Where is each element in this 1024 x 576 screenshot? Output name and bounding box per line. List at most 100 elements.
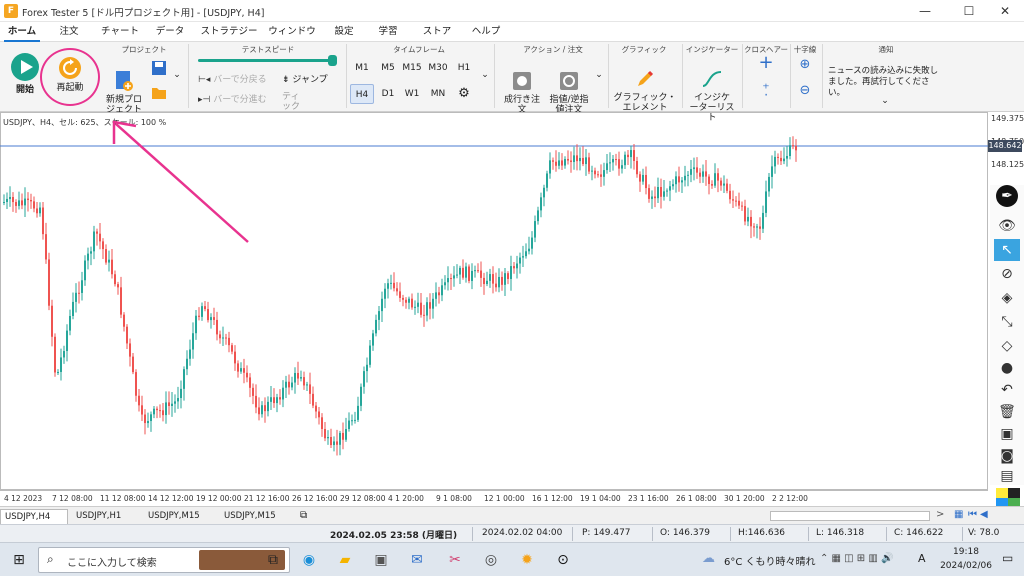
tf-m5[interactable]: M5 xyxy=(376,58,400,78)
undo-icon[interactable]: ↶ xyxy=(994,379,1020,401)
candle-body xyxy=(111,259,113,275)
chart-tab[interactable]: USDJPY,H1 xyxy=(72,509,136,524)
bar-forward-button[interactable]: ▸⊣ バーで分進む xyxy=(198,95,278,105)
tray-icons[interactable]: ⌃ ▦ ◫ ⊞ ▥ 🔊 xyxy=(820,553,893,564)
jump-button[interactable]: ⇟ ジャンプ xyxy=(282,75,342,85)
candle-body xyxy=(255,395,257,408)
bar-back-button[interactable]: ⊢◂ バーで分戻る xyxy=(198,75,278,85)
menu-chart[interactable]: チャート xyxy=(98,22,142,42)
close-button[interactable]: ✕ xyxy=(990,0,1020,22)
candle-body xyxy=(192,333,194,350)
maximize-button[interactable]: ☐ xyxy=(954,0,984,22)
resize-icon[interactable]: ⤡ xyxy=(994,311,1020,333)
save-button[interactable] xyxy=(150,60,168,78)
order-dropdown-icon[interactable]: ⌄ xyxy=(594,70,604,80)
open-folder-button[interactable] xyxy=(150,86,168,104)
candle-body xyxy=(765,191,767,213)
candle-body xyxy=(171,403,173,406)
crosshair-small-icon[interactable]: ⁺̣ xyxy=(756,82,776,96)
cursor-icon[interactable]: ↖ xyxy=(994,239,1020,261)
task-view-icon[interactable]: ⧉ xyxy=(262,549,284,571)
store-icon[interactable]: ▣ xyxy=(370,549,392,571)
candle-body xyxy=(36,208,38,214)
status-bar: 2024.02.05 23:58 (月曜日) 2024.02.02 04:00 … xyxy=(0,524,1024,542)
menu-data[interactable]: データ xyxy=(152,22,188,42)
magnet-icon[interactable]: ⊘ xyxy=(994,263,1020,285)
clock-time[interactable]: 19:18 xyxy=(944,547,988,557)
menu-home[interactable]: ホーム xyxy=(4,22,40,42)
menu-window[interactable]: ウィンドウ xyxy=(266,22,318,42)
crosshair-plus-icon[interactable]: + xyxy=(756,54,776,72)
dot-icon[interactable]: ● xyxy=(994,357,1020,379)
tf-mn[interactable]: MN xyxy=(426,84,450,104)
tf-m15[interactable]: M15 xyxy=(400,58,424,78)
zoom-out-icon[interactable]: ⊖ xyxy=(796,84,814,97)
candle-body xyxy=(495,283,497,288)
snip-icon[interactable]: ✂ xyxy=(444,549,466,571)
menu-settings[interactable]: 設定 xyxy=(328,22,360,42)
first-icon[interactable]: ⏮ xyxy=(968,509,980,520)
notification-icon[interactable]: ▭ xyxy=(1002,551,1013,565)
ruler-icon[interactable]: ◇ xyxy=(994,335,1020,357)
tf-w1[interactable]: W1 xyxy=(400,84,424,104)
obs-icon[interactable]: ◎ xyxy=(480,549,502,571)
speed-slider-handle[interactable] xyxy=(328,55,337,66)
train-icon[interactable]: ▣ xyxy=(994,423,1020,445)
tick-button[interactable]: ティ ック xyxy=(282,92,322,112)
minimize-button[interactable]: — xyxy=(910,0,940,22)
new-tab-icon[interactable]: ⧉ xyxy=(296,509,310,524)
clock-date[interactable]: 2024/02/06 xyxy=(936,561,996,571)
time-tick-label: 19 1 04:00 xyxy=(580,494,621,503)
mail-icon[interactable]: ✉ xyxy=(406,549,428,571)
horizontal-scrollbar[interactable] xyxy=(770,511,930,521)
ime-indicator[interactable]: A xyxy=(918,552,926,565)
project-dropdown-icon[interactable]: ⌄ xyxy=(172,70,182,80)
tf-d1[interactable]: D1 xyxy=(376,84,400,104)
candle-body xyxy=(27,198,29,200)
tf-h1[interactable]: H1 xyxy=(452,58,476,78)
timeframe-dropdown-icon[interactable]: ⌄ xyxy=(480,70,490,80)
group-label-indicator: インジケーター xyxy=(685,45,739,54)
candle-body xyxy=(351,420,353,422)
candle-body xyxy=(528,248,530,252)
candle-body xyxy=(609,162,611,164)
location-icon[interactable]: ⊙ xyxy=(552,549,574,571)
chart-tab[interactable]: USDJPY,M15 xyxy=(220,509,290,524)
menu-store[interactable]: ストア xyxy=(418,22,456,42)
candle-body xyxy=(411,298,413,308)
menu-learn[interactable]: 学習 xyxy=(372,22,404,42)
chart-tab[interactable]: USDJPY,H4 × xyxy=(0,509,68,536)
menu-order[interactable]: 注文 xyxy=(52,22,86,42)
search-input[interactable]: ⌕ ここに入力して検索 xyxy=(38,547,290,573)
speed-slider[interactable] xyxy=(198,59,334,62)
clipboard-icon[interactable]: ▤ xyxy=(994,465,1020,487)
menu-help[interactable]: ヘルプ xyxy=(466,22,506,42)
chart-tab[interactable]: USDJPY,M15 xyxy=(144,509,214,524)
menu-strategy[interactable]: ストラテジー xyxy=(198,22,260,42)
tf-m30[interactable]: M30 xyxy=(426,58,450,78)
scroll-right-icon[interactable]: > xyxy=(936,509,948,520)
start-button[interactable]: 開始 xyxy=(6,52,44,95)
tf-m1[interactable]: M1 xyxy=(350,58,374,78)
prev-icon[interactable]: ◀ xyxy=(980,509,992,520)
eye-icon[interactable]: 👁 xyxy=(994,215,1020,237)
candle-body xyxy=(525,251,527,257)
candle-body xyxy=(66,330,68,352)
zoom-in-icon[interactable]: ⊕ xyxy=(796,58,814,71)
forex-tester-icon[interactable]: ✹ xyxy=(516,549,538,571)
tag-icon[interactable]: ◈ xyxy=(994,287,1020,309)
camera-icon[interactable]: ◙ xyxy=(994,445,1020,467)
trash-icon[interactable]: 🗑 xyxy=(994,401,1020,423)
timeframe-gear-icon[interactable]: ⚙ xyxy=(452,84,476,104)
notice-dropdown-icon[interactable]: ⌄ xyxy=(880,96,890,106)
weather-text[interactable]: 6°C くもり時々晴れ xyxy=(724,553,816,568)
windows-icon[interactable]: ⊞ xyxy=(8,549,30,571)
tf-h4[interactable]: H4 xyxy=(350,84,374,104)
candle-body xyxy=(687,174,689,176)
candle-body xyxy=(168,402,170,406)
edge-icon[interactable]: ◉ xyxy=(298,549,320,571)
sheet-icon[interactable]: ▦ xyxy=(954,509,968,520)
explorer-icon[interactable]: ▰ xyxy=(334,549,356,571)
pen-icon[interactable]: ✒ xyxy=(996,185,1018,207)
candle-body xyxy=(294,372,296,383)
